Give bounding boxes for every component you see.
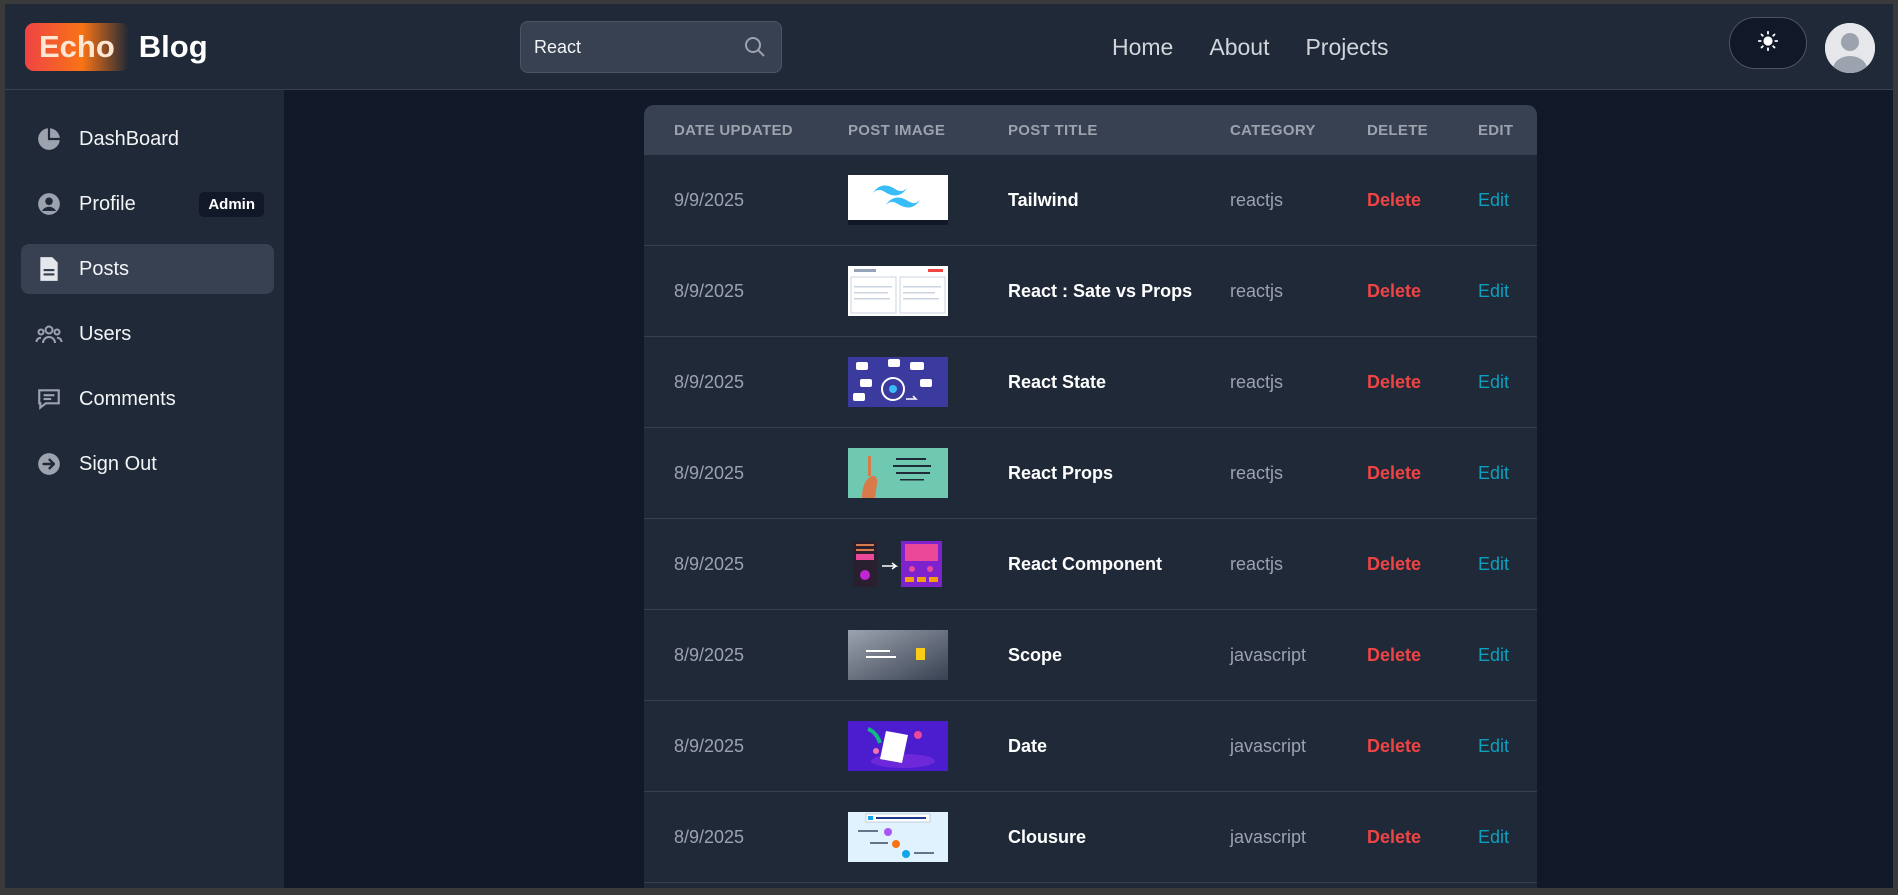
table-header: DATE UPDATED POST IMAGE POST TITLE CATEG… xyxy=(644,105,1537,155)
delete-button[interactable]: Delete xyxy=(1367,372,1421,393)
nav-home[interactable]: Home xyxy=(1112,34,1173,61)
sun-icon xyxy=(1757,30,1779,57)
pie-chart-icon xyxy=(35,125,63,153)
category-cell: reactjs xyxy=(1230,281,1284,301)
col-category: CATEGORY xyxy=(1230,122,1316,139)
edit-link[interactable]: Edit xyxy=(1478,736,1509,757)
category-cell: javascript xyxy=(1230,827,1307,847)
date-cell: 8/9/2025 xyxy=(674,645,745,665)
col-edit: EDIT xyxy=(1478,122,1514,139)
sidebar: DashBoard Profile Admin Posts Users Comm… xyxy=(5,90,284,888)
edit-link[interactable]: Edit xyxy=(1478,190,1509,211)
sidebar-item-posts[interactable]: Posts xyxy=(21,244,274,294)
edit-link[interactable]: Edit xyxy=(1478,281,1509,302)
users-icon xyxy=(35,320,63,348)
post-title-link[interactable]: Tailwind xyxy=(1008,190,1079,211)
table-row: 8/9/2025 React Props reactjs Delete Edit xyxy=(644,428,1537,519)
delete-button[interactable]: Delete xyxy=(1367,463,1421,484)
post-image[interactable] xyxy=(848,175,948,225)
category-cell: reactjs xyxy=(1230,190,1284,210)
arrow-right-circle-icon xyxy=(35,450,63,478)
category-cell: reactjs xyxy=(1230,372,1284,392)
edit-link[interactable]: Edit xyxy=(1478,372,1509,393)
date-cell: 8/9/2025 xyxy=(674,372,745,392)
admin-badge: Admin xyxy=(199,192,264,217)
post-image[interactable] xyxy=(848,448,948,498)
table-row: 8/9/2025 React State reactjs Delete Edit xyxy=(644,337,1537,428)
table-row: 8/9/2025 Scope javascript Delete Edit xyxy=(644,610,1537,701)
post-title-link[interactable]: Clousure xyxy=(1008,827,1086,848)
date-cell: 8/9/2025 xyxy=(674,827,745,847)
edit-link[interactable]: Edit xyxy=(1478,463,1509,484)
top-header: Echo Blog Home About Projects xyxy=(5,4,1893,90)
sidebar-item-label: Users xyxy=(79,322,132,345)
user-circle-icon xyxy=(35,190,63,218)
delete-button[interactable]: Delete xyxy=(1367,827,1421,848)
date-cell: 8/9/2025 xyxy=(674,736,745,756)
main-nav: Home About Projects xyxy=(1112,34,1389,61)
category-cell: reactjs xyxy=(1230,554,1284,574)
post-image[interactable] xyxy=(848,630,948,680)
posts-table: DATE UPDATED POST IMAGE POST TITLE CATEG… xyxy=(644,105,1537,888)
post-image[interactable] xyxy=(848,266,948,316)
post-image[interactable] xyxy=(848,812,948,862)
delete-button[interactable]: Delete xyxy=(1367,736,1421,757)
category-cell: javascript xyxy=(1230,736,1307,756)
edit-link[interactable]: Edit xyxy=(1478,554,1509,575)
edit-link[interactable]: Edit xyxy=(1478,645,1509,666)
sidebar-item-users[interactable]: Users xyxy=(21,309,274,359)
post-title-link[interactable]: React : Sate vs Props xyxy=(1008,281,1192,302)
date-cell: 8/9/2025 xyxy=(674,463,745,483)
logo-text: Blog xyxy=(138,29,208,64)
search-box xyxy=(520,21,782,73)
table-row: 9/9/2025 Tailwind reactjs Delete Edit xyxy=(644,155,1537,246)
nav-about[interactable]: About xyxy=(1209,34,1269,61)
sidebar-item-label: Posts xyxy=(79,257,130,280)
delete-button[interactable]: Delete xyxy=(1367,554,1421,575)
document-icon xyxy=(35,255,63,283)
logo[interactable]: Echo Blog xyxy=(25,23,208,71)
sidebar-item-label: DashBoard xyxy=(79,127,180,150)
date-cell: 9/9/2025 xyxy=(674,190,745,210)
delete-button[interactable]: Delete xyxy=(1367,281,1421,302)
post-title-link[interactable]: Date xyxy=(1008,736,1047,757)
search-icon[interactable] xyxy=(743,35,767,59)
delete-button[interactable]: Delete xyxy=(1367,645,1421,666)
post-title-link[interactable]: Scope xyxy=(1008,645,1062,666)
col-post-image: POST IMAGE xyxy=(848,122,946,139)
avatar[interactable] xyxy=(1825,23,1875,73)
sidebar-item-dashboard[interactable]: DashBoard xyxy=(21,114,274,164)
app-window: Echo Blog Home About Projects xyxy=(5,4,1893,888)
col-post-title: POST TITLE xyxy=(1008,122,1098,139)
date-cell: 8/9/2025 xyxy=(674,281,745,301)
table-row: 8/9/2025 React Component reactjs Delete … xyxy=(644,519,1537,610)
col-date-updated: DATE UPDATED xyxy=(674,122,793,139)
comment-icon xyxy=(35,385,63,413)
sidebar-item-label: Comments xyxy=(79,387,176,410)
logo-badge: Echo xyxy=(25,23,129,71)
delete-button[interactable]: Delete xyxy=(1367,190,1421,211)
theme-toggle-button[interactable] xyxy=(1729,17,1807,69)
table-row: 8/9/2025 Date javascript Delete Edit xyxy=(644,701,1537,792)
sidebar-item-comments[interactable]: Comments xyxy=(21,374,274,424)
col-delete: DELETE xyxy=(1367,122,1428,139)
sidebar-item-profile[interactable]: Profile Admin xyxy=(21,179,274,229)
post-title-link[interactable]: React State xyxy=(1008,372,1106,393)
post-title-link[interactable]: React Component xyxy=(1008,554,1162,575)
category-cell: javascript xyxy=(1230,645,1307,665)
table-row: 8/9/2025 React : Sate vs Props reactjs D… xyxy=(644,246,1537,337)
date-cell: 8/9/2025 xyxy=(674,554,745,574)
category-cell: reactjs xyxy=(1230,463,1284,483)
post-image[interactable] xyxy=(848,357,948,407)
search-input[interactable] xyxy=(521,22,731,72)
edit-link[interactable]: Edit xyxy=(1478,827,1509,848)
table-row: 8/9/2025 Clousure javascript Delete Edit xyxy=(644,792,1537,883)
sidebar-item-label: Sign Out xyxy=(79,452,157,475)
sidebar-item-label: Profile xyxy=(79,192,136,215)
post-image[interactable] xyxy=(848,721,948,771)
nav-projects[interactable]: Projects xyxy=(1305,34,1388,61)
post-title-link[interactable]: React Props xyxy=(1008,463,1113,484)
sidebar-item-sign-out[interactable]: Sign Out xyxy=(21,439,274,489)
post-image[interactable] xyxy=(848,539,948,589)
